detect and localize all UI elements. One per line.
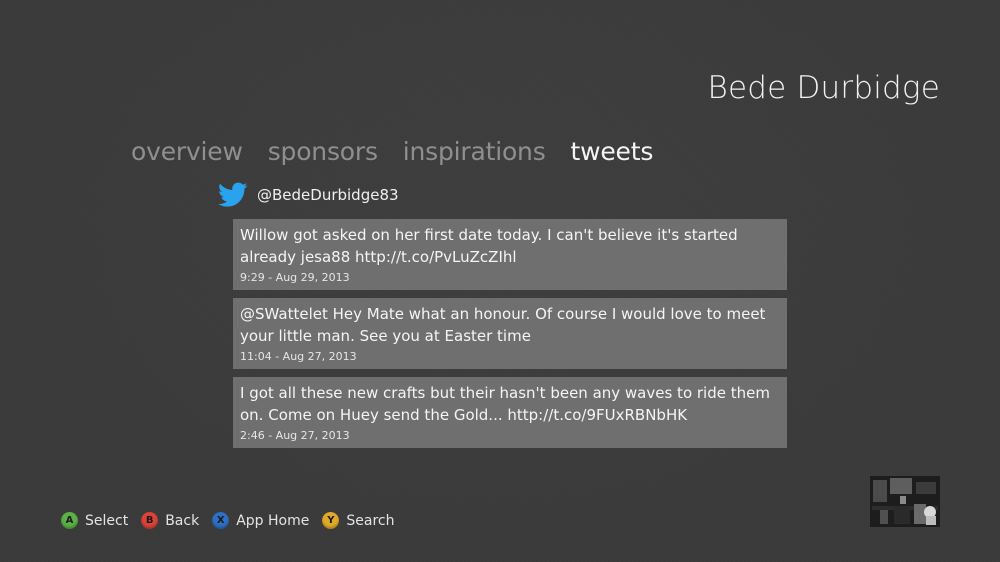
tab-tweets[interactable]: tweets — [571, 137, 654, 166]
tweet-text: @SWattelet Hey Mate what an honour. Of c… — [240, 305, 766, 345]
twitter-handle[interactable]: @BedeDurbidge83 — [257, 186, 399, 204]
page-title: Bede Durbidge — [707, 70, 940, 106]
pivot-tabs: overview sponsors inspirations tweets — [131, 137, 653, 166]
twitter-handle-row: @BedeDurbidge83 — [218, 182, 399, 208]
kinect-camera-preview[interactable] — [870, 476, 940, 527]
app-home-control[interactable]: X App Home — [212, 512, 309, 529]
x-button-icon: X — [212, 512, 230, 529]
back-label: Back — [165, 512, 200, 529]
tweet-text: Willow got asked on her first date today… — [240, 226, 738, 266]
search-label: Search — [346, 512, 395, 529]
b-button-icon: B — [141, 512, 159, 529]
tweet-card[interactable]: I got all these new crafts but their has… — [233, 377, 787, 448]
tweet-timestamp: 11:04 - Aug 27, 2013 — [240, 350, 357, 363]
app-home-label: App Home — [236, 512, 310, 529]
select-label: Select — [85, 512, 129, 529]
tweet-text: I got all these new crafts but their has… — [240, 384, 770, 424]
tweet-list: Willow got asked on her first date today… — [233, 219, 787, 456]
tweet-timestamp: 2:46 - Aug 27, 2013 — [240, 429, 350, 442]
back-control[interactable]: B Back — [141, 512, 199, 529]
a-button-icon: A — [61, 512, 78, 529]
y-button-icon: Y — [322, 512, 340, 529]
select-control[interactable]: A Select — [61, 512, 128, 529]
tab-overview[interactable]: overview — [131, 137, 243, 166]
twitter-bird-icon — [218, 182, 248, 208]
tweet-timestamp: 9:29 - Aug 29, 2013 — [240, 271, 350, 284]
search-control[interactable]: Y Search — [322, 512, 394, 529]
tab-sponsors[interactable]: sponsors — [268, 137, 378, 166]
tab-inspirations[interactable]: inspirations — [403, 137, 546, 166]
tweet-card[interactable]: Willow got asked on her first date today… — [233, 219, 787, 290]
tweet-card[interactable]: @SWattelet Hey Mate what an honour. Of c… — [233, 298, 787, 369]
controller-hints: A Select B Back X App Home Y Search — [61, 512, 407, 529]
